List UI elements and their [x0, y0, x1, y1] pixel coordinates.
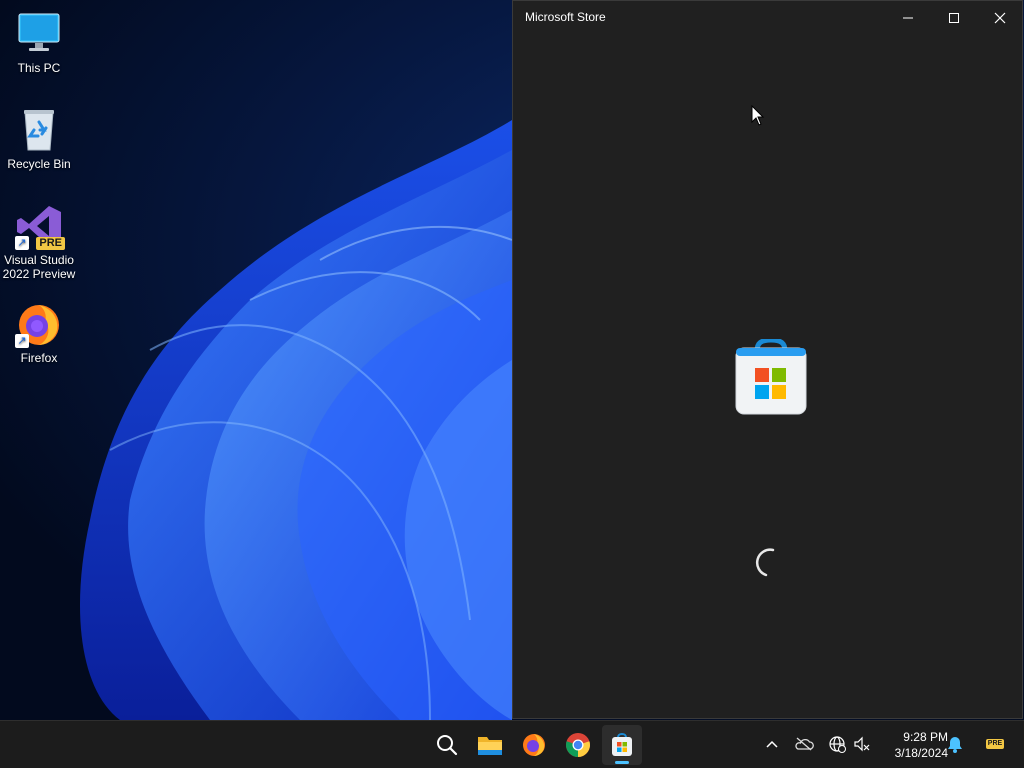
loading-spinner-icon [755, 548, 775, 577]
notification-center-button[interactable] [944, 733, 966, 755]
clock-date: 3/18/2024 [894, 746, 948, 760]
mouse-cursor-icon [751, 105, 765, 126]
shortcut-arrow-icon: ↗ [15, 334, 29, 348]
onedrive-tray-button[interactable] [793, 733, 815, 755]
taskbar-clock[interactable]: 9:28 PM 3/18/2024 [876, 729, 948, 761]
microsoft-store-icon [612, 733, 632, 756]
microsoft-store-window[interactable]: Microsoft Store [512, 0, 1023, 719]
notification-bell-icon [948, 737, 962, 753]
close-button[interactable] [977, 1, 1023, 34]
desktop-icon-firefox[interactable]: ↗ Firefox [0, 300, 78, 365]
maximize-button[interactable] [931, 1, 977, 34]
taskbar-microsoft-store[interactable] [602, 725, 642, 765]
shortcut-arrow-icon: ↗ [15, 236, 29, 250]
recycle-bin-icon [15, 106, 63, 154]
file-explorer-icon [478, 737, 502, 755]
preview-build-badge: PRE [984, 733, 1006, 755]
chevron-up-icon [766, 740, 778, 748]
visual-studio-icon: PRE ↗ [15, 202, 65, 250]
monitor-icon [15, 10, 63, 58]
maximize-icon [949, 12, 959, 23]
desktop-icon-label: Visual Studio 2022 Preview [2, 253, 76, 281]
onedrive-offline-icon [795, 737, 814, 751]
taskbar-file-explorer[interactable] [470, 725, 510, 765]
network-icon [829, 736, 846, 753]
firefox-icon [523, 734, 545, 756]
desktop-icon-label: This PC [17, 61, 61, 75]
search-icon [437, 735, 458, 756]
close-icon [994, 12, 1006, 23]
firefox-icon: ↗ [15, 300, 63, 348]
active-app-indicator [615, 761, 629, 764]
minimize-icon [903, 17, 913, 18]
volume-tray-button[interactable] [851, 733, 873, 755]
desktop-icon-visual-studio[interactable]: PRE ↗ Visual Studio 2022 Preview [0, 202, 78, 281]
clock-time: 9:28 PM [903, 730, 948, 744]
chrome-icon [566, 733, 590, 757]
minimize-button[interactable] [885, 1, 931, 34]
window-title: Microsoft Store [525, 10, 606, 24]
desktop-icon-this-pc[interactable]: This PC [0, 10, 78, 75]
desktop-icon-label: Firefox [20, 351, 58, 365]
taskbar-chrome[interactable] [558, 725, 598, 765]
volume-muted-icon [854, 736, 870, 752]
desktop-icon-recycle-bin[interactable]: Recycle Bin [0, 106, 78, 171]
network-tray-button[interactable] [826, 733, 848, 755]
pre-badge-icon: PRE [985, 739, 1005, 749]
microsoft-store-logo [735, 339, 807, 415]
taskbar-search-button[interactable] [427, 725, 467, 765]
taskbar-firefox[interactable] [514, 725, 554, 765]
show-hidden-icons-button[interactable] [761, 733, 783, 755]
taskbar[interactable]: 9:28 PM 3/18/2024 PRE [0, 720, 1024, 768]
pre-badge: PRE [36, 237, 65, 250]
desktop-icon-label: Recycle Bin [7, 157, 71, 171]
title-bar[interactable]: Microsoft Store [513, 1, 1022, 34]
